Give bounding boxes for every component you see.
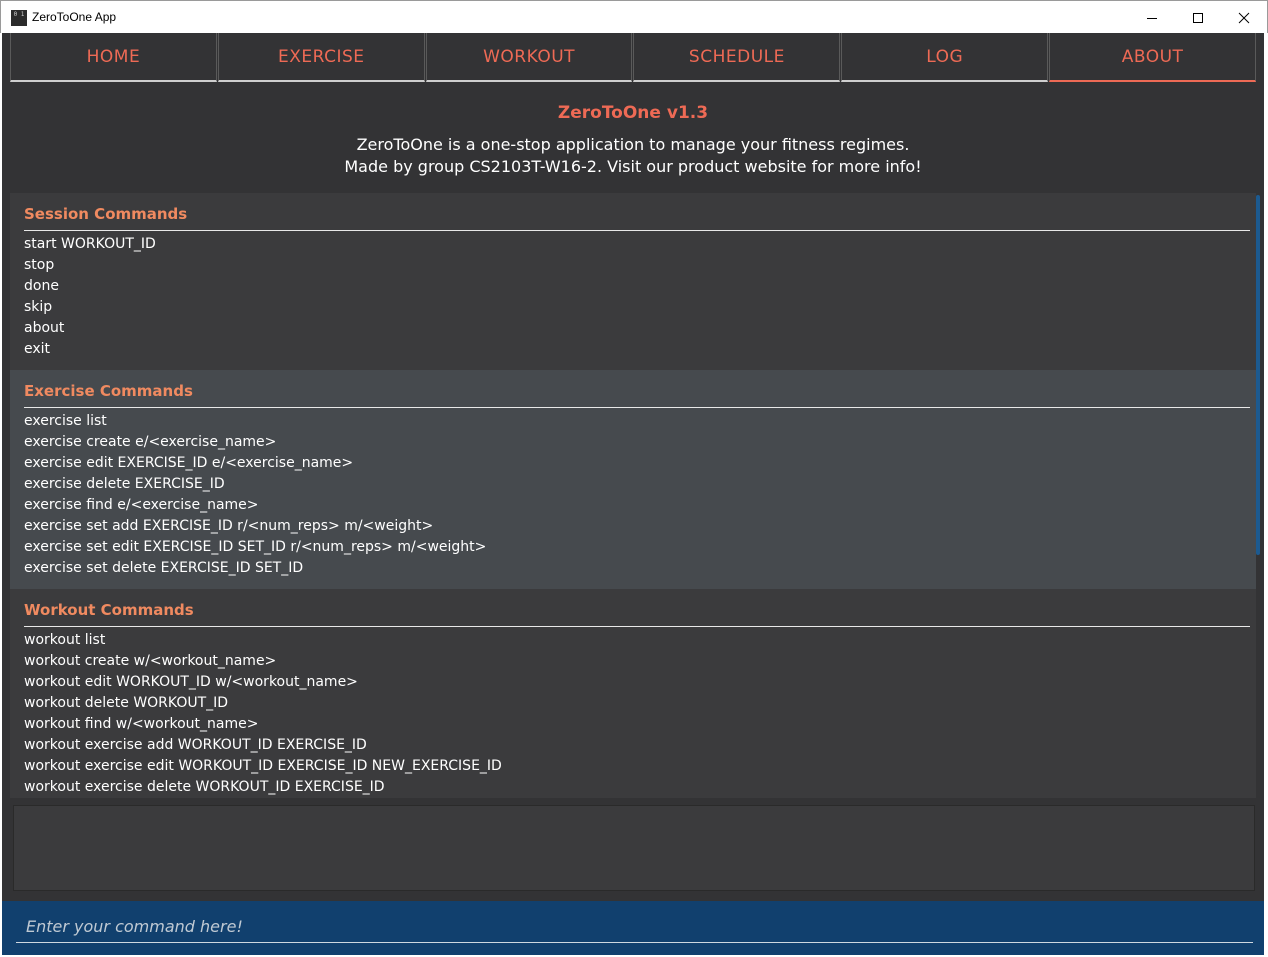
command-item: exercise set edit EXERCISE_ID SET_ID r/<… [24,539,487,555]
close-button[interactable] [1221,1,1267,34]
about-description: ZeroToOne is a one-stop application to m… [2,134,1264,178]
command-input[interactable] [16,911,1253,943]
command-item: exercise set delete EXERCISE_ID SET_ID [24,560,304,576]
command-box [2,901,1264,955]
tab-exercise[interactable]: EXERCISE [217,33,425,82]
result-display [13,805,1255,891]
command-item: stop [24,257,55,273]
command-item: start WORKOUT_ID [24,236,156,252]
command-item: exercise find e/<exercise_name> [24,497,259,513]
session-commands-section: Session Commands start WORKOUT_ID stop d… [10,193,1256,370]
tab-bar: HOME EXERCISE WORKOUT SCHEDULE LOG ABOUT [10,33,1256,82]
command-item: workout create w/<workout_name> [24,653,277,669]
section-title: Workout Commands [24,601,1250,627]
command-item: done [24,278,59,294]
command-item: exercise edit EXERCISE_ID e/<exercise_na… [24,455,354,471]
vertical-scrollbar[interactable] [1256,195,1260,555]
command-item: exercise delete EXERCISE_ID [24,476,225,492]
close-icon [1238,12,1250,23]
app-icon: 0 1 [11,10,27,26]
maximize-button[interactable] [1175,1,1221,34]
command-item: workout delete WORKOUT_ID [24,695,229,711]
command-item: workout exercise delete WORKOUT_ID EXERC… [24,779,385,795]
command-item: exit [24,341,51,357]
command-item: workout edit WORKOUT_ID w/<workout_name> [24,674,358,690]
section-title: Exercise Commands [24,382,1250,408]
command-item: skip [24,299,53,315]
tab-log[interactable]: LOG [841,33,1049,82]
about-line-2: Made by group CS2103T-W16-2. Visit our p… [344,157,922,176]
about-title: ZeroToOne v1.3 [557,103,709,123]
window-title: ZeroToOne App [32,10,117,24]
command-item: exercise set add EXERCISE_ID r/<num_reps… [24,518,434,534]
exercise-commands-section: Exercise Commands exercise list exercise… [10,370,1256,589]
workout-commands-section: Workout Commands workout list workout cr… [10,589,1256,798]
maximize-icon [1193,12,1203,23]
command-item: exercise create e/<exercise_name> [24,434,277,450]
command-item: about [24,320,65,336]
command-item: workout exercise add WORKOUT_ID EXERCISE… [24,737,367,753]
command-list[interactable]: Session Commands start WORKOUT_ID stop d… [10,193,1256,798]
tab-about[interactable]: ABOUT [1049,33,1256,82]
command-item: workout exercise edit WORKOUT_ID EXERCIS… [24,758,502,774]
about-line-1: ZeroToOne is a one-stop application to m… [356,135,910,154]
tab-home[interactable]: HOME [10,33,217,82]
section-title: Session Commands [24,205,1250,231]
tab-workout[interactable]: WORKOUT [425,33,633,82]
minimize-button[interactable] [1129,1,1175,34]
command-item: exercise list [24,413,107,429]
command-item: workout find w/<workout_name> [24,716,259,732]
app-main: HOME EXERCISE WORKOUT SCHEDULE LOG ABOUT… [2,33,1264,955]
tab-schedule[interactable]: SCHEDULE [633,33,841,82]
window-titlebar: 0 1 ZeroToOne App [0,0,1268,33]
command-item: workout list [24,632,106,648]
minimize-icon [1147,17,1157,19]
